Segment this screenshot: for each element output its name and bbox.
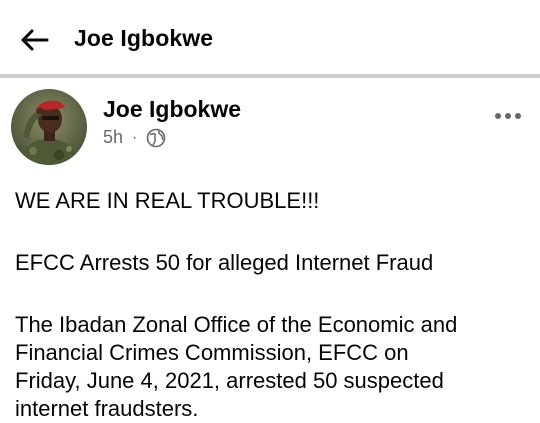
post-paragraph-body: The Ibadan Zonal Office of the Economic … — [15, 312, 458, 421]
post-paragraph-headline: WE ARE IN REAL TROUBLE!!! — [15, 188, 320, 213]
post-paragraph-subject: EFCC Arrests 50 for alleged Internet Fra… — [15, 250, 434, 275]
page-title: Joe Igbokwe — [74, 25, 214, 51]
more-options-button[interactable] — [488, 104, 528, 128]
author-avatar[interactable] — [11, 89, 87, 165]
post-meta: 5h · — [103, 127, 166, 148]
meta-separator: · — [132, 128, 138, 146]
globe-icon[interactable] — [146, 128, 166, 148]
post-author-name[interactable]: Joe Igbokwe — [103, 96, 241, 123]
top-app-bar: Joe Igbokwe — [0, 0, 540, 74]
avatar-photo — [11, 89, 87, 165]
post-timestamp[interactable]: 5h — [103, 127, 123, 148]
back-button[interactable] — [12, 20, 56, 60]
facebook-post-screen: Joe Igbokwe Joe Igbokwe 5h · WE ARE IN R… — [0, 0, 540, 423]
arrow-left-icon — [21, 29, 49, 51]
header-divider — [0, 74, 540, 78]
more-horizontal-icon — [495, 113, 521, 119]
